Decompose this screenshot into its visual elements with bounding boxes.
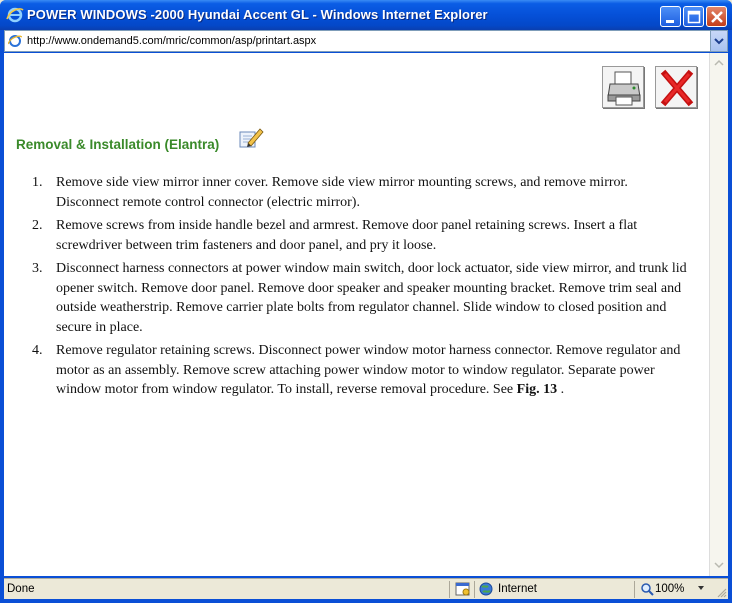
status-divider: [474, 581, 475, 598]
status-text: Done: [7, 583, 35, 595]
globe-icon: [479, 582, 493, 596]
step-number: 2.: [32, 218, 43, 233]
step-text: Disconnect harness connectors at power w…: [56, 261, 687, 335]
print-button[interactable]: [602, 66, 644, 108]
page-icon: [8, 35, 22, 47]
step-text: Remove regulator retaining screws. Disco…: [56, 343, 681, 397]
article-heading: Removal & Installation (Elantra): [16, 137, 220, 152]
address-dropdown-button[interactable]: [710, 31, 727, 51]
printer-icon: [607, 71, 641, 106]
chevron-down-icon: [714, 38, 724, 45]
step-number: 3.: [32, 261, 43, 276]
page-content: Removal & Installation (Elantra) 1. Remo…: [4, 53, 709, 576]
step-number: 1.: [32, 175, 43, 190]
close-article-button[interactable]: [655, 66, 697, 108]
steps-list: 1. Remove side view mirror inner cover. …: [26, 173, 692, 404]
status-divider: [634, 581, 635, 598]
figure-link[interactable]: Fig. 13: [517, 382, 557, 397]
title-bar[interactable]: POWER WINDOWS -2000 Hyundai Accent GL - …: [0, 0, 732, 30]
notepad-pencil-icon: [239, 128, 264, 148]
list-item: 4. Remove regulator retaining screws. Di…: [26, 341, 692, 400]
status-divider: [449, 581, 450, 598]
window-title: POWER WINDOWS -2000 Hyundai Accent GL - …: [27, 7, 488, 22]
step-text-tail: .: [557, 382, 565, 397]
step-text: Remove screws from inside handle bezel a…: [56, 218, 638, 253]
status-bar: Done Internet 100%: [4, 578, 728, 599]
zoom-dropdown-icon[interactable]: [698, 586, 704, 590]
minimize-icon: [666, 20, 674, 23]
red-x-close-icon: [660, 69, 694, 107]
zoom-level[interactable]: 100%: [655, 583, 684, 595]
resize-grip-icon[interactable]: [715, 586, 727, 598]
list-item: 1. Remove side view mirror inner cover. …: [26, 173, 692, 212]
internet-explorer-icon: [6, 7, 24, 23]
step-number: 4.: [32, 343, 43, 358]
address-url[interactable]: http://www.ondemand5.com/mric/common/asp…: [27, 35, 316, 47]
address-bar[interactable]: http://www.ondemand5.com/mric/common/asp…: [4, 30, 728, 52]
scroll-down-icon[interactable]: [711, 557, 727, 573]
zoom-icon[interactable]: [640, 582, 654, 596]
step-text: Remove side view mirror inner cover. Rem…: [56, 175, 628, 210]
scroll-up-icon[interactable]: [711, 55, 727, 71]
window-close-button[interactable]: [706, 6, 727, 27]
list-item: 3. Disconnect harness connectors at powe…: [26, 259, 692, 337]
close-icon: [711, 11, 723, 23]
vertical-scrollbar[interactable]: [709, 53, 728, 576]
maximize-icon: [687, 10, 701, 24]
security-zone: Internet: [498, 583, 537, 595]
minimize-button[interactable]: [660, 6, 681, 27]
maximize-button[interactable]: [683, 6, 704, 27]
page-security-icon[interactable]: [455, 582, 471, 596]
list-item: 2. Remove screws from inside handle beze…: [26, 216, 692, 255]
